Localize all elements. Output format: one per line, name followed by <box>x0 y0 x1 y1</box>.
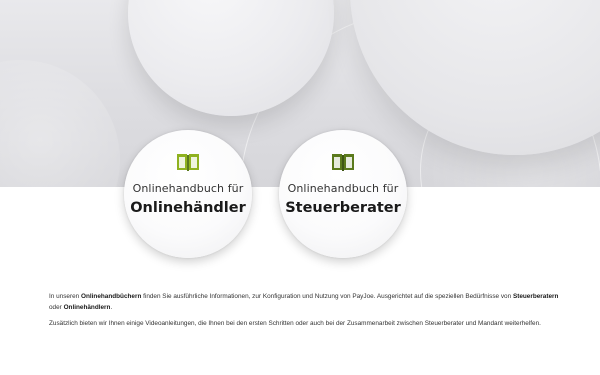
page: Onlinehandbuch für Onlinehändler Onlineh… <box>0 0 600 375</box>
intro-paragraph: In unseren Onlinehandbüchern finden Sie … <box>49 292 569 313</box>
intro-paragraph: Zusätzlich bieten wir Ihnen einige Video… <box>49 320 541 327</box>
text-bold-steuerberatern: Steuerberatern <box>512 293 559 300</box>
intro-text: In unseren Onlinehandbüchern finden Sie … <box>49 292 569 336</box>
text-run: . <box>110 303 113 311</box>
decorative-bubble <box>0 60 120 187</box>
handbook-steuerberater-link[interactable]: Onlinehandbuch für Steuerberater <box>279 130 407 258</box>
text-run: oder <box>49 303 64 311</box>
card-title: Steuerberater <box>285 200 401 216</box>
text-run: In unseren <box>49 293 81 300</box>
text-bold-onlinehandbuechern: Onlinehandbüchern <box>80 293 142 300</box>
card-subtitle: Onlinehandbuch für <box>287 182 399 195</box>
card-subtitle: Onlinehandbuch für <box>132 182 244 195</box>
handbook-onlinehaendler-link[interactable]: Onlinehandbuch für Onlinehändler <box>124 130 252 258</box>
open-book-icon <box>177 154 199 171</box>
open-book-icon <box>332 154 354 171</box>
text-bold-onlinehaendlern: Onlinehändlern <box>63 303 111 311</box>
card-title: Onlinehändler <box>130 200 246 216</box>
text-run: finden Sie ausführliche Informationen, z… <box>141 293 513 300</box>
